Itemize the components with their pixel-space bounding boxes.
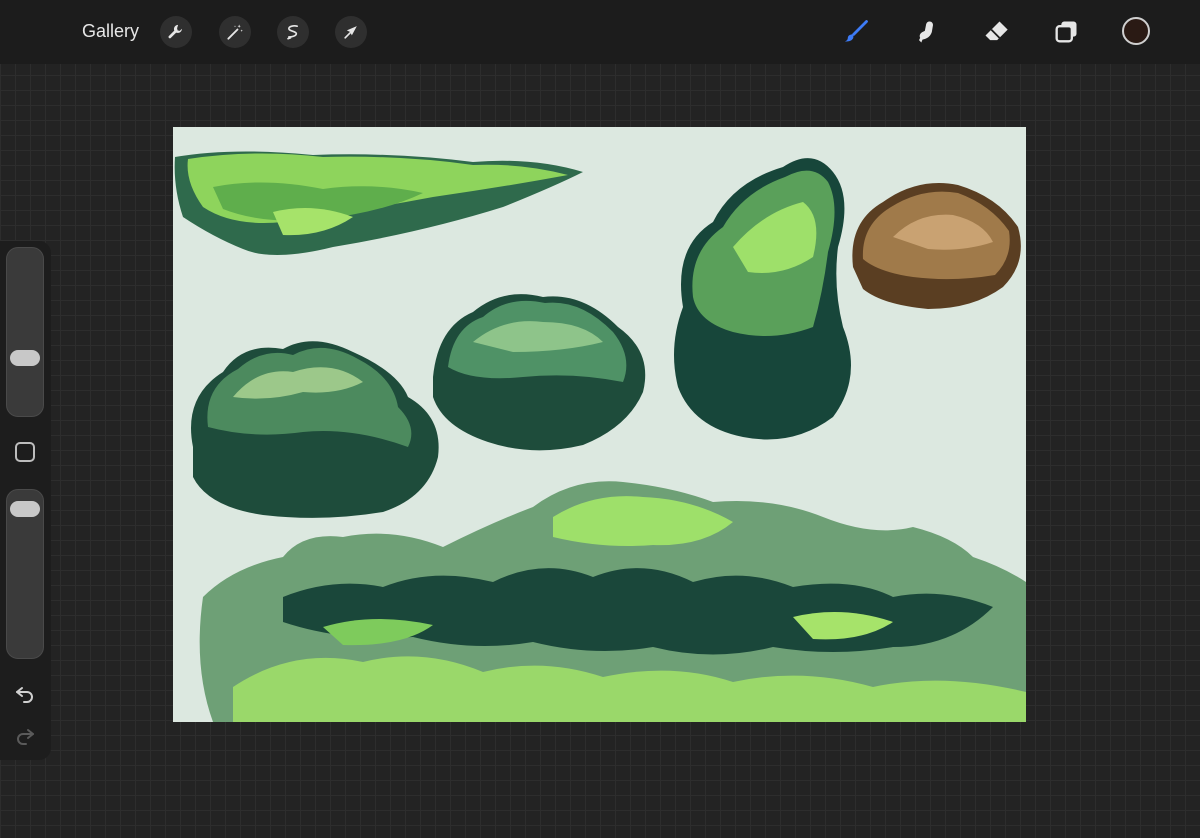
top-toolbar: Gallery (0, 0, 1200, 64)
modify-button[interactable] (15, 442, 35, 462)
eraser-icon (985, 21, 1008, 41)
layers-button[interactable] (1050, 16, 1082, 48)
smudge-icon (919, 21, 933, 43)
layers-icon (1055, 21, 1077, 43)
wrench-icon (168, 24, 182, 39)
left-sidebar (0, 241, 51, 760)
adjustments-button[interactable] (219, 16, 251, 48)
eraser-tool-button[interactable] (980, 16, 1012, 48)
gallery-button[interactable]: Gallery (82, 21, 139, 42)
actions-button[interactable] (160, 16, 192, 48)
round-bush-left (191, 341, 439, 518)
brush-tool-button[interactable] (840, 16, 872, 48)
selection-button[interactable] (277, 16, 309, 48)
brush-icon (844, 20, 868, 42)
foliage-artwork (174, 151, 1026, 722)
color-picker-button[interactable] (1122, 17, 1150, 45)
drawing-canvas[interactable] (173, 127, 1026, 722)
smudge-tool-button[interactable] (910, 16, 942, 48)
opacity-slider[interactable] (6, 489, 44, 659)
grass-patch (174, 151, 583, 256)
magic-wand-icon (227, 24, 243, 40)
brown-bush (852, 183, 1021, 309)
selection-icon (287, 25, 298, 40)
brush-size-slider[interactable] (6, 247, 44, 417)
brush-size-slider-thumb[interactable] (10, 349, 40, 366)
redo-icon[interactable] (13, 723, 37, 747)
round-bush-middle (433, 294, 646, 451)
transform-arrow-icon (344, 26, 357, 39)
tall-bush (674, 158, 851, 440)
transform-button[interactable] (335, 16, 367, 48)
opacity-slider-thumb[interactable] (10, 501, 40, 518)
undo-icon[interactable] (13, 681, 37, 705)
